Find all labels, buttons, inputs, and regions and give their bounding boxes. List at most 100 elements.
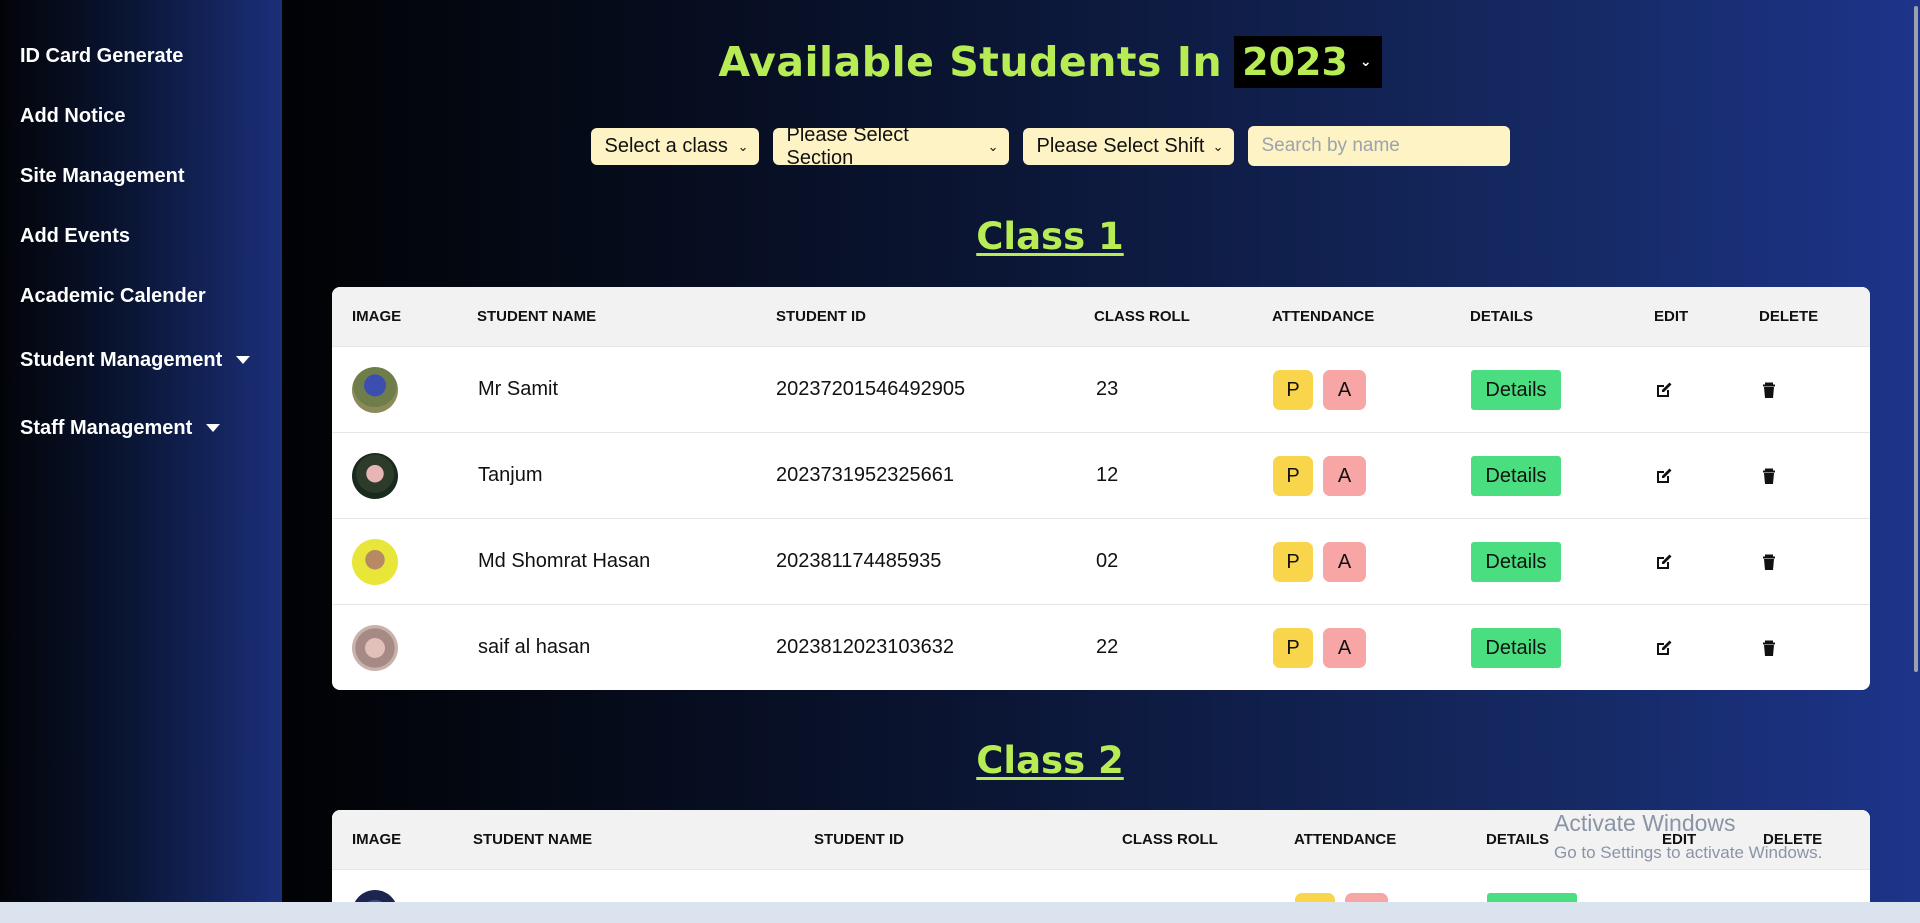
avatar [352, 539, 398, 585]
edit-icon[interactable] [1654, 380, 1674, 400]
col-id-header: STUDENT ID [814, 831, 904, 848]
col-delete-header: DELETE [1759, 308, 1819, 325]
app-window: ID Card Generate Add Notice Site Managem… [0, 0, 1920, 902]
scrollbar-thumb[interactable] [1914, 6, 1918, 672]
table-row [332, 869, 1870, 902]
student-name: Md Shomrat Hasan [478, 550, 651, 572]
col-image-header: IMAGE [352, 308, 402, 325]
class-roll: 02 [1096, 550, 1119, 572]
delete-icon[interactable] [1759, 638, 1779, 658]
col-image-header: IMAGE [352, 831, 402, 848]
col-details-header: DETAILS [1470, 308, 1534, 325]
class-roll: 12 [1096, 464, 1119, 486]
class-2-title: Class 2 [976, 739, 1124, 782]
year-value: 2023 [1242, 40, 1348, 84]
col-attendance-header: ATTENDANCE [1294, 831, 1397, 848]
table-header: IMAGE STUDENT NAME STUDENT ID CLASS ROLL… [332, 287, 1870, 346]
avatar [352, 625, 398, 671]
details-button[interactable]: Details [1471, 542, 1561, 582]
details-button[interactable]: Details [1471, 456, 1561, 496]
sidebar-item-staff-management[interactable]: Staff Management [0, 394, 282, 462]
avatar [352, 367, 398, 413]
col-roll-header: CLASS ROLL [1094, 308, 1190, 325]
details-button[interactable] [1487, 893, 1577, 902]
details-button[interactable]: Details [1471, 370, 1561, 410]
activate-windows-title: Activate Windows [1554, 810, 1736, 836]
student-id: 202381174485935 [776, 550, 942, 572]
present-button[interactable]: P [1273, 542, 1313, 582]
sidebar-item-label: Add Notice [20, 104, 126, 127]
edit-icon[interactable] [1654, 638, 1674, 658]
chevron-down-icon: ⌄ [987, 138, 999, 154]
sidebar: ID Card Generate Add Notice Site Managem… [0, 0, 282, 902]
absent-button[interactable] [1345, 893, 1388, 902]
absent-button[interactable]: A [1323, 370, 1366, 410]
activate-windows-subtitle: Go to Settings to activate Windows. [1554, 843, 1823, 862]
caret-down-icon [206, 424, 221, 432]
class-1-table: IMAGE STUDENT NAME STUDENT ID CLASS ROLL… [332, 287, 1870, 690]
edit-icon[interactable] [1654, 552, 1674, 572]
absent-button[interactable]: A [1323, 542, 1366, 582]
page-heading: Available Students In 2023 ⌄ [282, 36, 1818, 88]
chevron-down-icon: ⌄ [737, 138, 749, 154]
class-roll: 22 [1096, 636, 1119, 658]
student-id: 2023812023103632 [776, 636, 954, 658]
table-row: Mr Samit 20237201546492905 23 P A Detail… [332, 346, 1870, 432]
delete-icon[interactable] [1759, 466, 1779, 486]
student-id: 20237201546492905 [776, 378, 966, 400]
present-button[interactable] [1295, 893, 1335, 902]
avatar [352, 453, 398, 499]
sidebar-item-site-management[interactable]: Site Management [0, 146, 282, 206]
col-name-header: STUDENT NAME [473, 831, 593, 848]
col-id-header: STUDENT ID [776, 308, 866, 325]
col-roll-header: CLASS ROLL [1122, 831, 1218, 848]
page-title: Available Students In [718, 38, 1223, 86]
caret-down-icon [236, 356, 251, 364]
student-id: 2023731952325661 [776, 464, 954, 486]
bottom-bar [0, 902, 1920, 923]
absent-button[interactable]: A [1323, 628, 1366, 668]
filter-bar: Select a class ⌄ Please Select Section ⌄… [282, 124, 1818, 169]
sidebar-item-academic-calender[interactable]: Academic Calender [0, 266, 282, 326]
vertical-scrollbar[interactable] [1912, 0, 1920, 902]
sidebar-item-label: Site Management [20, 164, 185, 187]
sidebar-item-label: Staff Management [20, 416, 193, 439]
present-button[interactable]: P [1273, 628, 1313, 668]
class-select[interactable]: Select a class ⌄ [590, 128, 759, 165]
class-roll: 23 [1096, 378, 1119, 400]
table-row: Tanjum 2023731952325661 12 P A Details [332, 432, 1870, 518]
sidebar-item-label: Academic Calender [20, 284, 206, 307]
col-name-header: STUDENT NAME [477, 308, 597, 325]
shift-select-value: Please Select Shift [1036, 135, 1205, 157]
delete-icon[interactable] [1759, 552, 1779, 572]
sidebar-item-label: Student Management [20, 348, 223, 371]
absent-button[interactable]: A [1323, 456, 1366, 496]
col-details-header: DETAILS [1486, 831, 1550, 848]
col-edit-header: EDIT [1654, 308, 1689, 325]
student-name: saif al hasan [478, 636, 591, 658]
shift-select[interactable]: Please Select Shift ⌄ [1022, 128, 1234, 165]
year-select[interactable]: 2023 ⌄ [1234, 36, 1382, 88]
chevron-down-icon: ⌄ [1212, 138, 1224, 154]
search-input[interactable] [1247, 126, 1510, 166]
sidebar-item-label: ID Card Generate [20, 44, 184, 67]
class-1-title: Class 1 [976, 215, 1124, 258]
table-row: Md Shomrat Hasan 202381174485935 02 P A … [332, 518, 1870, 604]
sidebar-item-label: Add Events [20, 224, 131, 247]
sidebar-item-add-notice[interactable]: Add Notice [0, 86, 282, 146]
details-button[interactable]: Details [1471, 628, 1561, 668]
avatar [352, 890, 398, 902]
sidebar-item-student-management[interactable]: Student Management [0, 326, 282, 394]
present-button[interactable]: P [1273, 370, 1313, 410]
class-select-value: Select a class [604, 135, 728, 157]
sidebar-item-add-events[interactable]: Add Events [0, 206, 282, 266]
student-name: Tanjum [478, 464, 543, 486]
sidebar-item-id-card-generate[interactable]: ID Card Generate [0, 26, 282, 86]
edit-icon[interactable] [1654, 466, 1674, 486]
chevron-down-icon: ⌄ [1359, 54, 1372, 70]
section-select[interactable]: Please Select Section ⌄ [772, 124, 1009, 169]
present-button[interactable]: P [1273, 456, 1313, 496]
student-name: Mr Samit [478, 378, 558, 400]
main-content: Available Students In 2023 ⌄ Select a cl… [282, 0, 1920, 902]
delete-icon[interactable] [1759, 380, 1779, 400]
